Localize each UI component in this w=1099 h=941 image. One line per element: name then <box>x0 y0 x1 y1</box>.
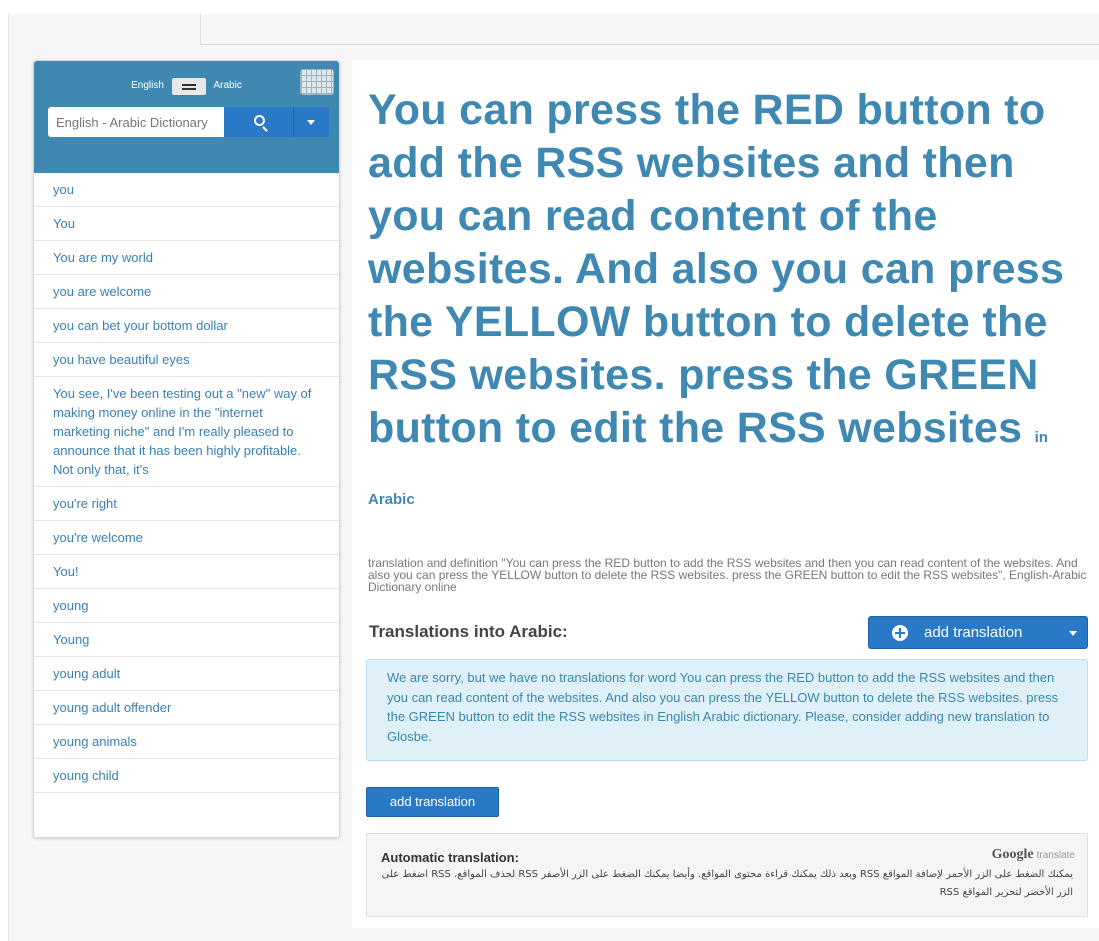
swap-languages-icon[interactable] <box>171 77 206 95</box>
suggestion-item[interactable]: young adult <box>34 657 339 691</box>
suggestion-item[interactable]: young <box>34 589 339 623</box>
search-icon <box>254 115 265 126</box>
no-translation-notice: We are sorry, but we have no translation… <box>366 659 1088 761</box>
suggestion-item[interactable]: You! <box>34 555 339 589</box>
keyboard-icon[interactable] <box>300 69 334 95</box>
chevron-down-icon <box>1069 631 1077 636</box>
page-title: You can press the RED button to add the … <box>368 84 1088 526</box>
plus-circle-icon <box>892 625 908 641</box>
tab-divider <box>200 14 201 45</box>
dictionary-sidebar: English Arabic youYouYou are my worldyou… <box>33 60 340 838</box>
suggestion-item[interactable]: you <box>34 173 339 207</box>
add-translation-button[interactable]: add translation <box>366 787 499 817</box>
automatic-translation-text: يمكنك الضغط على الزر الأحمر لإضافة الموا… <box>381 869 1073 898</box>
suggestion-item[interactable]: You are my world <box>34 241 339 275</box>
search-bar <box>48 107 329 137</box>
tab-underline <box>200 44 1099 45</box>
suggestion-item[interactable]: You see, I've been testing out a "new" w… <box>34 377 339 487</box>
suggestion-item[interactable]: You <box>34 207 339 241</box>
add-translation-dropdown-button[interactable]: add translation <box>868 616 1088 649</box>
google-translate-logo[interactable]: Google translate <box>992 846 1075 863</box>
source-language[interactable]: English <box>131 76 164 96</box>
suggestion-item[interactable]: young child <box>34 759 339 793</box>
suggestion-item[interactable]: you are welcome <box>34 275 339 309</box>
suggestion-item[interactable]: you're welcome <box>34 521 339 555</box>
suggestion-item[interactable]: Young <box>34 623 339 657</box>
suggestion-list: you You You are my world you are welcome you… <box>34 173 339 793</box>
language-switcher: English Arabic <box>34 76 339 96</box>
translations-heading: Translations into Arabic: <box>369 622 568 641</box>
add-translation-label: add translation <box>924 624 1023 641</box>
suggestion-item[interactable]: young adult offender <box>34 691 339 725</box>
main-content: You can press the RED button to add the … <box>352 60 1099 928</box>
headline-text: You can press the RED button to add the … <box>368 86 1065 452</box>
automatic-translation-box: Automatic translation: Google translate ي… <box>366 833 1088 917</box>
search-options-dropdown[interactable] <box>294 107 329 137</box>
definition-text: translation and definition "You can pres… <box>368 556 1087 594</box>
suggestion-item[interactable]: you have beautiful eyes <box>34 343 339 377</box>
suggestion-item[interactable]: you're right <box>34 487 339 521</box>
target-language[interactable]: Arabic <box>214 76 242 96</box>
suggestion-item[interactable]: you can bet your bottom dollar <box>34 309 339 343</box>
suggestion-item[interactable]: young animals <box>34 725 339 759</box>
search-input[interactable] <box>48 107 224 137</box>
google-translate-label: translate <box>1036 850 1075 861</box>
google-brand: Google <box>991 847 1034 862</box>
sidebar-header: English Arabic <box>34 61 339 173</box>
automatic-translation-title: Automatic translation: <box>381 850 519 865</box>
search-button[interactable] <box>224 107 294 137</box>
